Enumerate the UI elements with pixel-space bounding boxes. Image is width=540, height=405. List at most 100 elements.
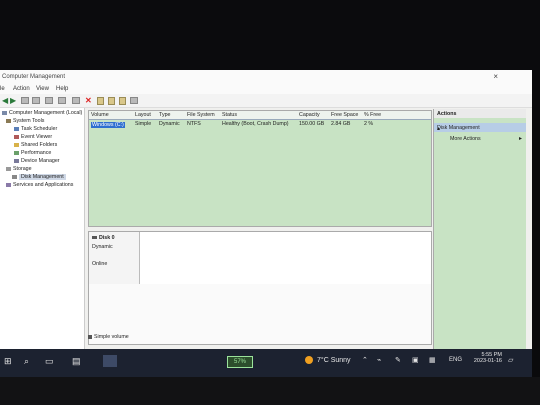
col-percent-free[interactable]: % Free — [364, 112, 381, 118]
menu-action[interactable]: Action — [13, 86, 30, 92]
menu-help[interactable]: Help — [56, 86, 68, 92]
table-row[interactable]: Windows (C:) Simple Dynamic NTFS Healthy… — [89, 120, 431, 128]
col-type[interactable]: Type — [159, 112, 170, 118]
actions-header: Actions — [434, 109, 526, 118]
file-system-cell: NTFS — [187, 121, 201, 127]
performance-icon — [14, 150, 19, 155]
disk-partition[interactable] — [140, 232, 431, 284]
layout-cell: Simple — [135, 121, 152, 127]
disk-status: Online — [92, 261, 108, 267]
event-log-icon — [14, 134, 19, 139]
computer-management-taskbar-icon[interactable] — [103, 355, 117, 367]
tree-item-event-viewer[interactable]: Event Viewer — [14, 134, 52, 140]
language-indicator[interactable]: ENG — [449, 357, 462, 363]
more-actions-link[interactable]: More Actions — [450, 136, 481, 142]
chevron-up-icon[interactable]: ⌃ — [362, 356, 368, 364]
view-icon[interactable] — [58, 97, 66, 104]
notification-icon[interactable]: ▱ — [508, 356, 513, 364]
clock[interactable]: 5:55 PM 2023-01-16 — [466, 352, 502, 364]
status-cell: Healthy (Boot, Crash Dump) — [222, 121, 289, 127]
folder-icon — [14, 142, 19, 147]
tree-label-root: Computer Management (Local) — [9, 110, 83, 116]
col-volume[interactable]: Volume — [91, 112, 109, 118]
console-tree: Computer Management (Local) System Tools… — [0, 108, 85, 377]
console-tree-icon[interactable] — [21, 97, 29, 104]
window-title: Computer Management — [2, 74, 66, 80]
legend-simple-volume: Simple volume — [94, 334, 129, 340]
disk-label[interactable]: Disk 0 Dynamic Online — [89, 232, 140, 284]
storage-icon — [6, 166, 11, 171]
tree-item-services[interactable]: Services and Applications — [6, 182, 73, 188]
type-cell: Dynamic — [159, 121, 180, 127]
save-doc-icon[interactable] — [119, 97, 126, 105]
clock-date: 2023-01-16 — [473, 358, 502, 364]
file-explorer-icon[interactable]: ▤ — [72, 356, 81, 367]
disk-name: Disk 0 — [92, 235, 115, 241]
menu-bar: le Action View Help — [0, 84, 532, 94]
collapse-icon[interactable]: ▴ — [437, 125, 523, 132]
back-icon[interactable]: ◀ — [2, 97, 9, 105]
search-icon[interactable]: ⌕ — [24, 356, 29, 367]
pen-icon[interactable]: ✎ — [395, 356, 401, 364]
actions-pane: Actions Disk Management ▴ More Actions ▸ — [433, 109, 526, 377]
tree-label-storage: Storage — [13, 166, 32, 172]
chevron-right-icon[interactable]: ▸ — [519, 135, 522, 142]
tree-item-storage[interactable]: Storage — [6, 166, 32, 172]
volume-name: Windows (C:) — [91, 122, 125, 128]
windows-start-icon[interactable]: ⊞ — [4, 356, 12, 367]
network-icon[interactable]: ⌁ — [377, 356, 381, 364]
capacity-cell: 150.00 GB — [299, 121, 325, 127]
help-icon[interactable] — [45, 97, 53, 104]
col-layout[interactable]: Layout — [135, 112, 151, 118]
tree-item-root[interactable]: Computer Management (Local) — [2, 110, 82, 116]
display-icon[interactable]: ▣ — [412, 356, 419, 364]
actions-section-disk-management[interactable]: Disk Management ▴ — [434, 123, 526, 132]
tree-item-device-manager[interactable]: Device Manager — [14, 158, 60, 164]
col-free-space[interactable]: Free Space — [331, 112, 358, 118]
free-space-cell: 2.84 GB — [331, 121, 351, 127]
close-button[interactable]: × — [493, 72, 498, 81]
volume-list-header: Volume Layout Type File System Status Ca… — [89, 111, 431, 120]
screen-bezel-bottom — [0, 377, 540, 405]
disk-icon — [12, 174, 17, 179]
tree-item-task-scheduler[interactable]: Task Scheduler — [14, 126, 57, 132]
volume-list-empty-area — [89, 129, 431, 225]
actions-title: Actions — [437, 111, 457, 117]
tree-label-shared-folders: Shared Folders — [21, 142, 58, 148]
delete-icon[interactable]: ✕ — [85, 97, 92, 105]
tree-item-disk-management[interactable]: Disk Management — [12, 174, 66, 180]
connect-icon[interactable] — [72, 97, 80, 104]
battery-indicator[interactable]: 57% — [227, 356, 253, 368]
refresh-icon[interactable] — [130, 97, 138, 104]
col-status[interactable]: Status — [222, 112, 237, 118]
disk-icon — [92, 236, 97, 240]
open-doc-icon[interactable] — [108, 97, 115, 105]
tree-item-system-tools[interactable]: System Tools — [6, 118, 44, 124]
tree-item-shared-folders[interactable]: Shared Folders — [14, 142, 57, 148]
tree-label-performance: Performance — [21, 150, 52, 156]
properties-icon[interactable] — [32, 97, 40, 104]
screen: Computer Management × le Action View Hel… — [0, 70, 532, 377]
new-doc-icon[interactable] — [97, 97, 104, 105]
screen-bezel-top — [0, 0, 540, 70]
tree-label-system-tools: System Tools — [13, 118, 45, 124]
weather-widget[interactable]: 7°C Sunny — [305, 356, 351, 364]
tree-item-performance[interactable]: Performance — [14, 150, 51, 156]
forward-icon[interactable]: ▶ — [10, 97, 17, 105]
keyboard-icon[interactable]: ▦ — [429, 356, 436, 364]
tree-label-disk-management: Disk Management — [19, 174, 66, 180]
toolbar: ◀ ▶ ✕ — [0, 94, 532, 108]
sun-icon — [305, 356, 313, 364]
simple-volume-swatch — [88, 334, 92, 339]
col-file-system[interactable]: File System — [187, 112, 215, 118]
tree-label-event-viewer: Event Viewer — [21, 134, 53, 140]
col-capacity[interactable]: Capacity — [299, 112, 320, 118]
task-view-icon[interactable]: ▭ — [45, 356, 54, 367]
disk-name-label: Disk 0 — [99, 235, 115, 241]
title-bar: Computer Management × — [0, 70, 532, 84]
menu-view[interactable]: View — [36, 86, 49, 92]
menu-file[interactable]: le — [0, 86, 5, 92]
device-manager-icon — [14, 158, 19, 163]
tree-label-device-manager: Device Manager — [21, 158, 60, 164]
legend: Simple volume — [88, 334, 129, 340]
